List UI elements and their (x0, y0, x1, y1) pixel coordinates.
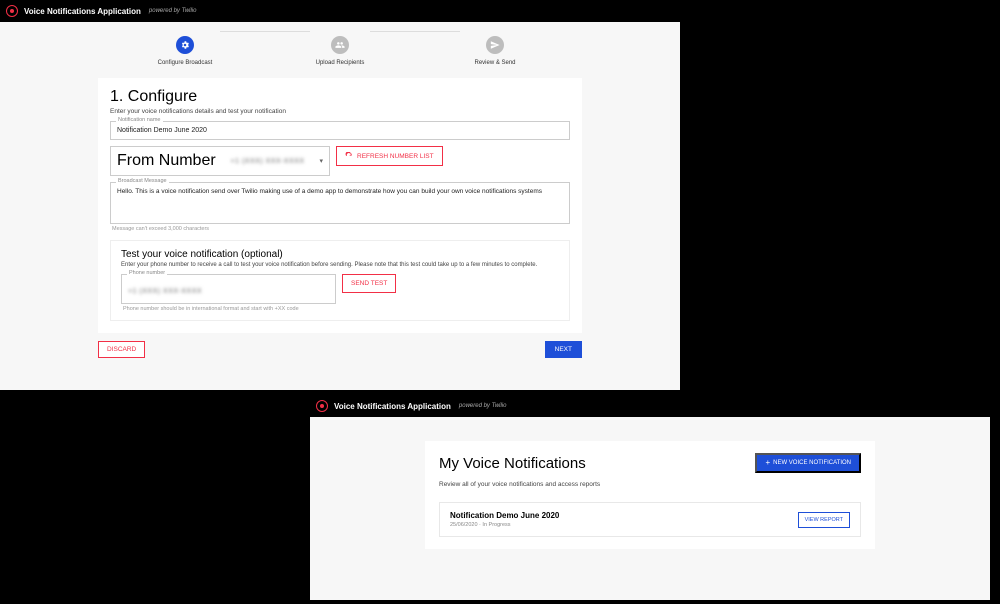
twilio-logo-icon (6, 5, 18, 17)
field-value-masked: +1 (XXX) XXX-XXXX (128, 288, 202, 295)
chevron-down-icon: ▾ (319, 157, 323, 165)
step-configure[interactable]: Configure Broadcast (108, 36, 263, 66)
from-number-select[interactable]: From Number +1 (XXX) XXX-XXXX ▾ (110, 146, 330, 176)
send-test-button[interactable]: SEND TEST (342, 274, 396, 293)
step-label: Upload Recipients (316, 60, 365, 66)
button-label: NEW VOICE NOTIFICATION (773, 460, 851, 466)
app-header: Voice Notifications Application powered … (0, 0, 680, 22)
page-title: 1. Configure (110, 88, 570, 106)
page-title: My Voice Notifications (439, 455, 586, 472)
step-review[interactable]: Review & Send (418, 36, 573, 66)
field-value: Hello. This is a voice notification send… (117, 188, 563, 196)
stepper: Configure Broadcast Upload Recipients Re… (0, 22, 680, 72)
page-subtitle: Enter your voice notifications details a… (110, 108, 570, 115)
page-subtitle: Review all of your voice notifications a… (439, 481, 861, 488)
button-label: NEXT (555, 346, 572, 353)
helper-text: Message can't exceed 3,000 characters (112, 226, 570, 232)
twilio-logo-icon (316, 400, 328, 412)
notification-name-field[interactable]: Notification name Notification Demo June… (110, 121, 570, 140)
app-subtitle: powered by Twilio (459, 403, 507, 409)
field-value-masked: +1 (XXX) XXX-XXXX (231, 158, 305, 165)
phone-number-field[interactable]: Phone number +1 (XXX) XXX-XXXX (121, 274, 336, 304)
notifications-card: My Voice Notifications + NEW VOICE NOTIF… (425, 441, 875, 549)
step-connector (220, 31, 310, 32)
send-icon (486, 36, 504, 54)
button-label: SEND TEST (351, 280, 387, 287)
field-label: Notification name (116, 117, 163, 123)
app-subtitle: powered by Twilio (149, 8, 197, 14)
field-value: Notification Demo June 2020 (117, 127, 563, 134)
helper-text: Phone number should be in international … (123, 306, 559, 312)
footer-actions: DISCARD NEXT (98, 341, 582, 358)
notification-list-item[interactable]: Notification Demo June 2020 25/06/2020 ·… (439, 502, 861, 537)
button-label: REFRESH NUMBER LIST (357, 153, 434, 160)
plus-icon: + (765, 460, 770, 466)
step-label: Review & Send (474, 60, 515, 66)
next-button[interactable]: NEXT (545, 341, 582, 358)
test-heading: Test your voice notification (optional) (121, 249, 559, 260)
app-title: Voice Notifications Application (334, 402, 451, 411)
item-meta: 25/06/2020 · In Progress (450, 522, 559, 528)
step-label: Configure Broadcast (158, 60, 213, 66)
test-sub: Enter your phone number to receive a cal… (121, 262, 559, 270)
configure-card: 1. Configure Enter your voice notificati… (98, 78, 582, 333)
step-connector (370, 31, 460, 32)
item-title: Notification Demo June 2020 (450, 511, 559, 520)
button-label: VIEW REPORT (805, 517, 843, 523)
people-icon (331, 36, 349, 54)
field-label: Broadcast Message (116, 178, 169, 184)
view-report-button[interactable]: VIEW REPORT (798, 512, 850, 528)
new-notification-button[interactable]: + NEW VOICE NOTIFICATION (755, 453, 861, 473)
test-section: Test your voice notification (optional) … (110, 240, 570, 321)
step-upload[interactable]: Upload Recipients (263, 36, 418, 66)
field-label: Phone number (127, 270, 167, 276)
refresh-icon (345, 152, 353, 160)
list-window: Voice Notifications Application powered … (310, 395, 990, 600)
app-title: Voice Notifications Application (24, 7, 141, 16)
button-label: DISCARD (107, 346, 136, 353)
refresh-number-button[interactable]: REFRESH NUMBER LIST (336, 146, 443, 166)
configure-window: Voice Notifications Application powered … (0, 0, 680, 390)
discard-button[interactable]: DISCARD (98, 341, 145, 358)
field-label: From Number (117, 152, 216, 170)
app-header: Voice Notifications Application powered … (310, 395, 990, 417)
broadcast-message-field[interactable]: Broadcast Message Hello. This is a voice… (110, 182, 570, 224)
gear-icon (176, 36, 194, 54)
